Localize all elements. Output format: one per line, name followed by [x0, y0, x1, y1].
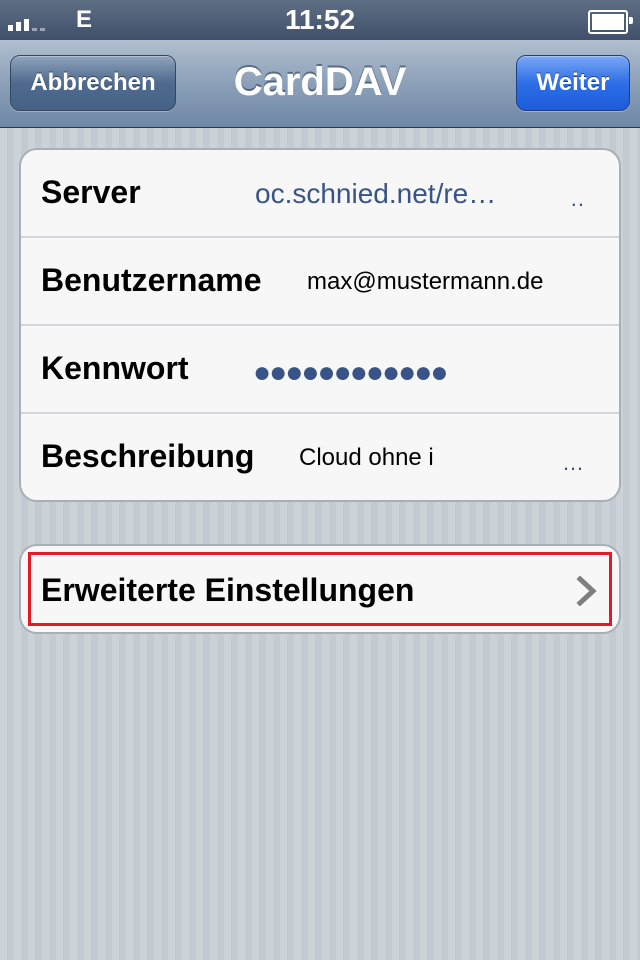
- battery-icon: [588, 10, 633, 34]
- server-overflow-indicator: ..: [570, 186, 585, 211]
- server-field[interactable]: oc.schnied.net/re…: [255, 178, 496, 210]
- status-time: 11:52: [284, 4, 356, 35]
- description-row[interactable]: Beschreibung Cloud ohne i …: [21, 414, 619, 500]
- highlight-box: [28, 552, 612, 626]
- username-label: Benutzername: [41, 262, 262, 298]
- password-row[interactable]: Kennwort ●●●●●●●●●●●●: [21, 326, 619, 414]
- username-row[interactable]: Benutzername max@mustermann.de: [21, 238, 619, 326]
- password-label: Kennwort: [41, 350, 189, 386]
- server-row[interactable]: Server oc.schnied.net/re… ..: [21, 150, 619, 238]
- status-bar: E 11:52: [0, 0, 640, 40]
- password-field[interactable]: ●●●●●●●●●●●●: [253, 356, 448, 390]
- username-field[interactable]: max@mustermann.de: [307, 268, 543, 296]
- account-form: Server oc.schnied.net/re… .. Benutzernam…: [19, 148, 621, 502]
- server-label: Server: [41, 174, 141, 210]
- description-field[interactable]: Cloud ohne i: [299, 444, 434, 472]
- navigation-bar: Abbrechen CardDAV Weiter: [0, 40, 640, 128]
- next-button[interactable]: Weiter: [516, 55, 630, 111]
- description-label: Beschreibung: [41, 438, 255, 474]
- description-overflow-indicator: …: [562, 450, 585, 475]
